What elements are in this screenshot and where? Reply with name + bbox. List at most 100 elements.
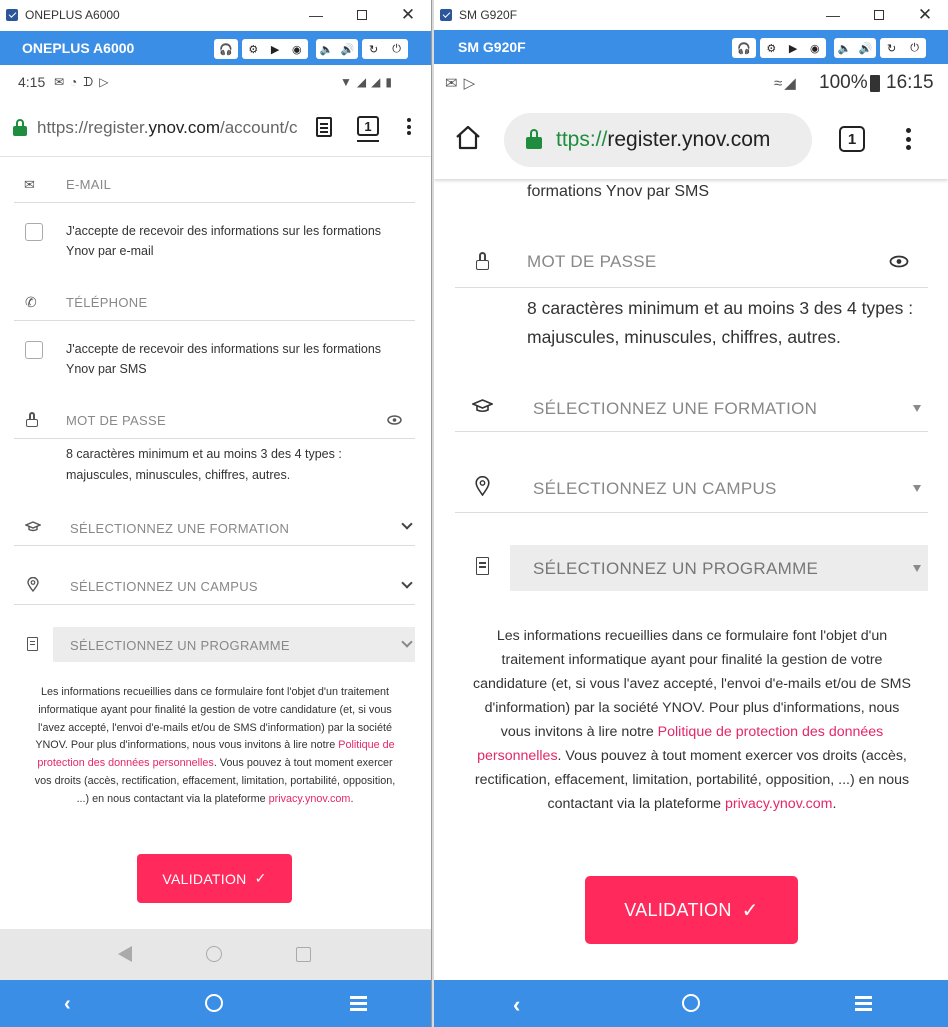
divider xyxy=(455,287,928,288)
envelope-icon: ✉ xyxy=(24,177,35,192)
password-input[interactable]: MOT DE PASSE xyxy=(66,413,166,428)
tab-switcher-underline xyxy=(357,140,379,142)
lock-icon xyxy=(526,129,542,149)
rotate-icon[interactable]: ↻ xyxy=(887,42,896,55)
email-input[interactable]: E-MAIL xyxy=(66,177,111,192)
minimize-button[interactable]: — xyxy=(293,0,339,30)
video-icon[interactable]: ▶ xyxy=(271,43,279,56)
menu-icon[interactable] xyxy=(855,996,872,1011)
window-samsung: SM G920F — ✕ SM G920F 🎧 ⚙ ▶ ◉ 🔈 🔊 ↻ ⏻ ✉▷… xyxy=(434,0,948,1027)
back-icon[interactable]: ‹ xyxy=(64,993,71,1016)
rotate-icon[interactable]: ↻ xyxy=(369,43,378,56)
home-icon[interactable] xyxy=(206,946,222,962)
vysor-bottom-bar: ‹ xyxy=(434,980,948,1027)
phone-icon: ✆ xyxy=(25,294,37,310)
headphones-icon[interactable]: 🎧 xyxy=(214,39,238,59)
close-button[interactable]: ✕ xyxy=(385,0,431,30)
programme-select-label: SÉLECTIONNEZ UN PROGRAMME xyxy=(533,559,819,578)
close-button[interactable]: ✕ xyxy=(902,0,948,30)
phone-status-bar: ✉▷ ≈◢ 100% 16:15 xyxy=(434,64,948,102)
password-input[interactable]: MOT DE PASSE xyxy=(527,252,657,272)
privacy-platform-link[interactable]: privacy.ynov.com xyxy=(269,793,351,805)
toolbar-group-volume: 🔈 🔊 xyxy=(834,38,876,58)
window-title: SM G920F xyxy=(459,8,518,22)
vysor-logo-icon xyxy=(440,9,452,21)
android-nav-bar xyxy=(0,929,431,980)
divider xyxy=(14,202,415,203)
consent-sms-label-tail: formations Ynov par SMS xyxy=(527,183,710,200)
toolbar-group-media: ⚙ ▶ ◉ xyxy=(242,39,308,59)
browser-menu-button[interactable] xyxy=(906,128,911,150)
battery-percent: 100% xyxy=(819,72,868,93)
status-time: 16:15 xyxy=(886,72,934,93)
volume-up-icon[interactable]: 🔊 xyxy=(859,42,873,55)
menu-icon[interactable] xyxy=(350,996,367,1011)
validation-button[interactable]: VALIDATION ✓ xyxy=(137,854,292,903)
power-icon[interactable]: ⏻ xyxy=(392,43,401,56)
volume-up-icon[interactable]: 🔊 xyxy=(341,43,355,56)
minimize-button[interactable]: — xyxy=(810,0,856,30)
notification-icons: ✉◔ᗪ▷ xyxy=(54,74,115,89)
document-icon xyxy=(476,557,489,575)
divider xyxy=(455,431,928,432)
divider xyxy=(455,512,928,513)
video-icon[interactable]: ▶ xyxy=(789,42,797,55)
home-icon[interactable] xyxy=(205,994,223,1012)
consent-email-label: J'accepte de recevoir des informations s… xyxy=(66,224,382,258)
browser-menu-button[interactable] xyxy=(407,118,411,135)
check-icon: ✓ xyxy=(741,899,759,922)
phone-input[interactable]: TÉLÉPHONE xyxy=(66,295,147,310)
show-password-eye-icon[interactable] xyxy=(889,255,909,268)
formation-select[interactable]: SÉLECTIONNEZ UNE FORMATION xyxy=(533,399,817,419)
power-icon[interactable]: ⏻ xyxy=(910,42,919,55)
check-icon: ✓ xyxy=(254,870,267,886)
volume-down-icon[interactable]: 🔈 xyxy=(320,43,334,56)
consent-email-checkbox[interactable] xyxy=(25,223,43,241)
wifi-signal-battery-icons: ▼◢◢▮ xyxy=(340,75,397,89)
headphones-icon[interactable]: 🎧 xyxy=(732,38,756,58)
page-content: formations Ynov par SMS MOT DE PASSE 8 c… xyxy=(434,179,948,979)
reader-mode-icon[interactable] xyxy=(316,117,332,137)
volume-down-icon[interactable]: 🔈 xyxy=(838,42,852,55)
device-toolbar: ONEPLUS A6000 🎧 ⚙ ▶ ◉ 🔈 🔊 ↻ ⏻ xyxy=(0,31,431,65)
gear-icon[interactable]: ⚙ xyxy=(248,43,258,56)
camera-icon[interactable]: ◉ xyxy=(810,42,820,55)
gear-icon[interactable]: ⚙ xyxy=(766,42,776,55)
divider xyxy=(14,320,415,321)
url-pill[interactable]: ttps://register.ynov.com xyxy=(504,113,812,167)
graduation-cap-icon xyxy=(472,399,493,413)
url-text[interactable]: https://register.ynov.com/account/c xyxy=(37,118,299,138)
recents-icon[interactable] xyxy=(296,947,311,962)
home-icon[interactable] xyxy=(454,124,482,150)
validation-button[interactable]: VALIDATION ✓ xyxy=(585,876,798,944)
back-icon[interactable] xyxy=(118,946,132,962)
toolbar-group-media: ⚙ ▶ ◉ xyxy=(760,38,826,58)
home-icon[interactable] xyxy=(682,994,700,1012)
campus-select[interactable]: SÉLECTIONNEZ UN CAMPUS xyxy=(533,479,777,499)
document-icon xyxy=(27,637,38,651)
consent-sms-checkbox[interactable] xyxy=(25,341,43,359)
chevron-down-icon xyxy=(401,577,413,589)
consent-sms-label: J'accepte de recevoir des informations s… xyxy=(66,342,382,376)
battery-icon xyxy=(870,75,880,92)
maximize-button[interactable] xyxy=(856,0,902,30)
validation-label: VALIDATION xyxy=(624,899,732,920)
tab-switcher-button[interactable]: 1 xyxy=(357,116,379,136)
back-icon[interactable]: ‹ xyxy=(513,992,520,1018)
tab-switcher-button[interactable]: 1 xyxy=(839,126,865,152)
lock-icon xyxy=(13,119,27,136)
password-lock-icon xyxy=(26,412,38,427)
formation-select[interactable]: SÉLECTIONNEZ UNE FORMATION xyxy=(70,521,289,536)
wifi-signal-icons: ≈◢ xyxy=(774,75,798,92)
programme-select-label: SÉLECTIONNEZ UN PROGRAMME xyxy=(70,638,290,653)
maximize-button[interactable] xyxy=(339,0,385,30)
privacy-notice: Les informations recueillies dans ce for… xyxy=(473,628,911,812)
location-pin-icon xyxy=(27,577,39,592)
show-password-eye-icon[interactable] xyxy=(387,415,402,425)
window-titlebar: SM G920F — ✕ xyxy=(434,0,948,30)
status-time: 4:15 xyxy=(18,74,46,90)
password-hint: 8 caractères minimum et au moins 3 des 4… xyxy=(527,298,914,347)
campus-select[interactable]: SÉLECTIONNEZ UN CAMPUS xyxy=(70,579,258,594)
privacy-platform-link[interactable]: privacy.ynov.com xyxy=(725,796,833,812)
camera-icon[interactable]: ◉ xyxy=(292,43,302,56)
